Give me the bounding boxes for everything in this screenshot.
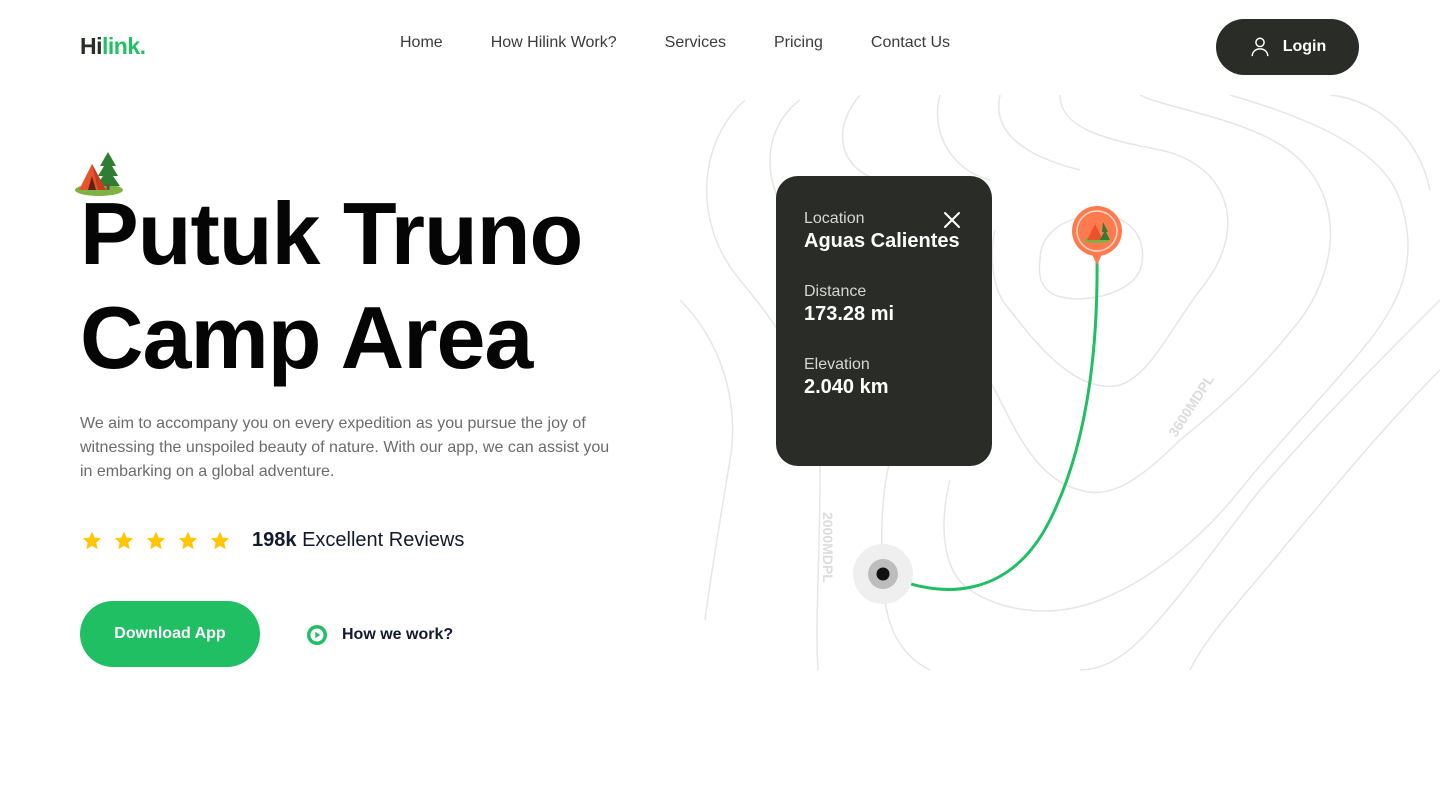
nav-home[interactable]: Home xyxy=(400,34,443,52)
logo[interactable]: Hilink. xyxy=(80,33,146,60)
hero-heading: Putuk Truno Camp Area xyxy=(80,182,583,390)
elevation-value: 2.040 km xyxy=(804,376,889,398)
main-nav: Home How Hilink Work? Services Pricing C… xyxy=(400,34,950,52)
nav-services[interactable]: Services xyxy=(665,34,726,52)
destination-pin[interactable] xyxy=(1072,206,1122,265)
nav-how-hilink-work[interactable]: How Hilink Work? xyxy=(491,34,617,52)
start-point-marker[interactable] xyxy=(853,544,913,604)
play-icon xyxy=(307,625,327,645)
contour-label-2000: 2000MDPL xyxy=(820,512,836,583)
hero-heading-line-2: Camp Area xyxy=(80,288,533,387)
nav-pricing[interactable]: Pricing xyxy=(774,34,823,52)
reviews-text: 198k Excellent Reviews xyxy=(252,529,464,552)
download-app-button[interactable]: Download App xyxy=(80,601,260,667)
location-info-card: Location Aguas Calientes Distance 173.28… xyxy=(776,176,992,466)
elevation-group: Elevation 2.040 km xyxy=(804,356,964,399)
distance-value: 173.28 mi xyxy=(804,303,895,325)
nav-contact-us[interactable]: Contact Us xyxy=(871,34,950,52)
topographic-map: 3600MDPL 2000MDPL xyxy=(679,95,1440,671)
user-icon xyxy=(1251,37,1269,57)
location-value: Aguas Calientes xyxy=(804,230,960,252)
login-button[interactable]: Login xyxy=(1216,19,1359,75)
hero-description: We aim to accompany you on every expedit… xyxy=(80,415,610,480)
rating-stars xyxy=(80,529,232,553)
close-icon[interactable] xyxy=(942,210,962,230)
star-icon xyxy=(210,531,230,550)
login-label: Login xyxy=(1282,38,1327,55)
contour-label-3600: 3600MDPL xyxy=(1165,371,1217,439)
reviews-label: Excellent Reviews xyxy=(302,529,465,551)
logo-text-dark: Hi xyxy=(80,33,103,59)
star-icon xyxy=(146,531,166,550)
location-label: Location xyxy=(804,210,865,227)
star-icon xyxy=(82,531,102,550)
how-we-work-link[interactable]: How we work? xyxy=(306,624,453,646)
distance-group: Distance 173.28 mi xyxy=(804,283,964,326)
logo-text-green: link. xyxy=(102,33,146,59)
reviews-count: 198k xyxy=(252,529,297,551)
elevation-label: Elevation xyxy=(804,356,870,373)
star-icon xyxy=(178,531,198,550)
how-we-work-label: How we work? xyxy=(342,626,454,643)
location-group: Location Aguas Calientes xyxy=(804,210,964,253)
distance-label: Distance xyxy=(804,283,867,300)
hero-heading-line-1: Putuk Truno xyxy=(80,184,583,283)
star-icon xyxy=(114,531,134,550)
